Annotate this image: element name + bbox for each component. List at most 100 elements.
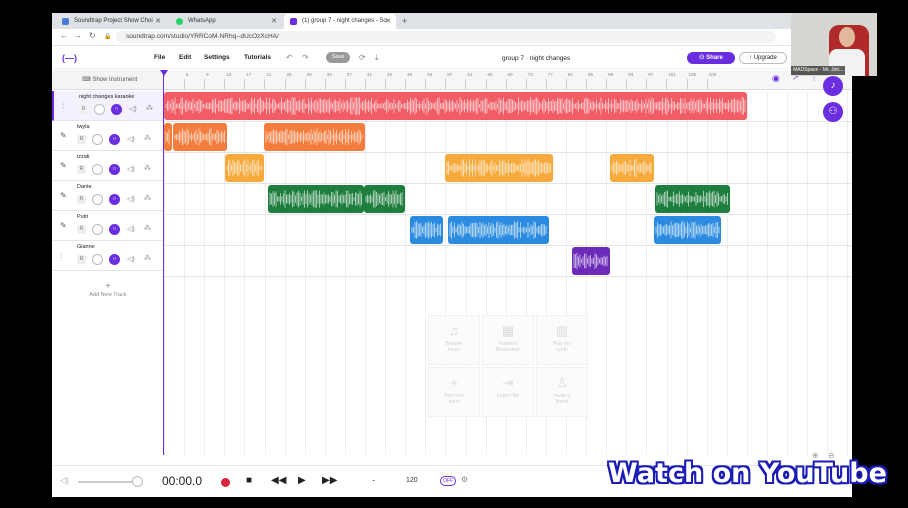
mute-icon[interactable]: ◁) <box>127 195 135 203</box>
audio-clip[interactable] <box>444 154 553 182</box>
volume-icon[interactable]: ◁) <box>60 476 69 485</box>
track-header[interactable]: ✎ twyla R ∩ ◁) ⁂ <box>52 121 164 151</box>
audio-clip[interactable] <box>654 185 730 213</box>
redo-icon[interactable]: ↷ <box>302 53 309 62</box>
mute-icon[interactable]: ◁) <box>127 165 135 173</box>
headphones-icon[interactable]: ◉ <box>772 73 780 84</box>
mute-icon[interactable]: ◁) <box>127 255 135 263</box>
menu-tutorials[interactable]: Tutorials <box>244 54 271 61</box>
audio-clip[interactable] <box>172 123 227 151</box>
volume-knob[interactable] <box>94 104 105 115</box>
close-icon[interactable]: ✕ <box>155 14 161 29</box>
watch-on-youtube-overlay[interactable]: Watch on YouTube <box>608 458 887 489</box>
audio-clip[interactable] <box>571 247 610 275</box>
music-note-button[interactable]: ♪ <box>823 76 843 96</box>
gear-icon[interactable]: ⚙ <box>461 475 468 484</box>
playhead[interactable] <box>163 70 164 455</box>
volume-knob[interactable] <box>92 254 103 265</box>
fast-forward-button[interactable]: ▶▶ <box>322 475 337 486</box>
audio-clip[interactable] <box>263 123 365 151</box>
record-arm-button[interactable]: R <box>79 105 88 114</box>
audio-clip[interactable] <box>409 216 443 244</box>
stop-button[interactable]: ■ <box>246 475 252 486</box>
master-volume-handle[interactable] <box>132 476 143 487</box>
sync-icon[interactable]: ⟳ <box>359 53 366 62</box>
share-button[interactable]: ⚇ Share <box>687 52 735 64</box>
record-arm-button[interactable]: R <box>77 135 86 144</box>
record-arm-button[interactable]: R <box>77 195 86 204</box>
audio-clip[interactable] <box>164 92 748 120</box>
tab-group7[interactable]: (1) group 7 - night changes - So ✕ <box>284 14 396 29</box>
tab-soundtrap-project[interactable]: Soundtrap Project Show Choi ✕ <box>56 14 166 29</box>
track-name[interactable]: izzati <box>77 154 90 160</box>
tempo-display[interactable]: 120 <box>406 477 418 484</box>
mute-icon[interactable]: ◁) <box>127 135 135 143</box>
fx-icon[interactable]: ⁂ <box>146 104 153 112</box>
fx-icon[interactable]: ⁂ <box>144 194 151 202</box>
track-name[interactable]: twyla <box>77 124 90 130</box>
quick-action-card[interactable]: + Add new track <box>428 367 480 417</box>
add-new-track-button[interactable]: + Add New Track <box>52 281 164 305</box>
quick-action-card[interactable]: ▥ Play the synth <box>536 315 588 365</box>
metronome-toggle[interactable]: OFF <box>440 476 456 486</box>
close-icon[interactable]: ✕ <box>385 14 391 29</box>
quick-action-card[interactable]: ♫ Browse loops <box>428 315 480 365</box>
menu-edit[interactable]: Edit <box>179 54 191 61</box>
mute-icon[interactable]: ◁) <box>127 225 135 233</box>
track-name[interactable]: Gianne <box>77 244 95 250</box>
mute-icon[interactable]: ◁) <box>129 105 137 113</box>
timeline-ruler[interactable]: 5 9 13 17 21 25 29 33 37 41 45 49 53 57 61 65 69 73 77 81 85… <box>164 70 852 90</box>
track-header[interactable]: ✎ Dante R ∩ ◁) ⁂ <box>52 181 164 211</box>
audio-clip[interactable] <box>164 123 173 151</box>
headphones-button[interactable]: ∩ <box>109 254 120 265</box>
soundtrap-logo[interactable]: (—) <box>62 53 77 63</box>
track-name[interactable]: night changes karaoke <box>79 94 134 100</box>
fx-icon[interactable]: ⁂ <box>144 224 151 232</box>
save-button[interactable]: Save <box>326 52 350 63</box>
quick-action-card[interactable]: ▦ Patterns Beatmaker <box>482 315 534 365</box>
audio-clip[interactable] <box>609 154 654 182</box>
menu-settings[interactable]: Settings <box>204 54 230 61</box>
audio-clip[interactable] <box>448 216 550 244</box>
url-field[interactable]: soundtrap.com/studio/YRRCoM-NRhq--dUcOzX… <box>116 31 776 43</box>
fx-icon[interactable]: ⁂ <box>144 254 151 262</box>
track-header[interactable]: ⫶ night changes karaoke R ∩ ◁) ⁂ <box>52 91 164 121</box>
back-icon[interactable]: ← <box>60 31 68 40</box>
track-header[interactable]: ✎ izzati R ∩ ◁) ⁂ <box>52 151 164 181</box>
forward-icon[interactable]: → <box>74 31 82 40</box>
headphones-button[interactable]: ∩ <box>109 224 120 235</box>
record-button[interactable] <box>221 478 230 487</box>
headphones-button[interactable]: ∩ <box>109 134 120 145</box>
volume-knob[interactable] <box>92 194 103 205</box>
headphones-button[interactable]: ∩ <box>109 194 120 205</box>
reload-icon[interactable]: ↻ <box>89 31 96 40</box>
show-instrument-button[interactable]: ⌨ Show Instrument <box>52 70 164 90</box>
track-header[interactable]: ✎ Putri R ∩ ◁) ⁂ <box>52 211 164 241</box>
rewind-button[interactable]: ◀◀ <box>271 475 286 486</box>
track-name[interactable]: Dante <box>77 184 92 190</box>
fx-icon[interactable]: ⁂ <box>144 134 151 142</box>
track-header[interactable]: ⫶ Gianne R ∩ ◁) ⁂ <box>52 241 164 271</box>
record-arm-button[interactable]: R <box>77 225 86 234</box>
key-display[interactable]: - <box>372 475 375 485</box>
audio-clip[interactable] <box>364 185 405 213</box>
playhead-handle[interactable] <box>160 70 168 76</box>
collaborators-button[interactable]: ⚇ <box>823 102 843 122</box>
master-volume-slider[interactable] <box>78 481 136 483</box>
audio-clip[interactable] <box>267 185 364 213</box>
fx-icon[interactable]: ⁂ <box>144 164 151 172</box>
download-icon[interactable]: ⤓ <box>375 53 379 63</box>
close-icon[interactable]: ✕ <box>271 14 277 29</box>
volume-knob[interactable] <box>92 134 103 145</box>
quick-action-card[interactable]: ⇥ Import file <box>482 367 534 417</box>
upgrade-button[interactable]: ↑ Upgrade <box>739 52 787 64</box>
record-arm-button[interactable]: R <box>77 165 86 174</box>
headphones-button[interactable]: ∩ <box>109 164 120 175</box>
play-button[interactable]: ▶ <box>298 475 306 486</box>
record-arm-button[interactable]: R <box>77 255 86 264</box>
volume-knob[interactable] <box>92 224 103 235</box>
track-name[interactable]: Putri <box>77 214 88 220</box>
headphones-button[interactable]: ∩ <box>111 104 122 115</box>
volume-knob[interactable] <box>92 164 103 175</box>
project-title[interactable]: group 7 · night changes <box>502 55 570 62</box>
